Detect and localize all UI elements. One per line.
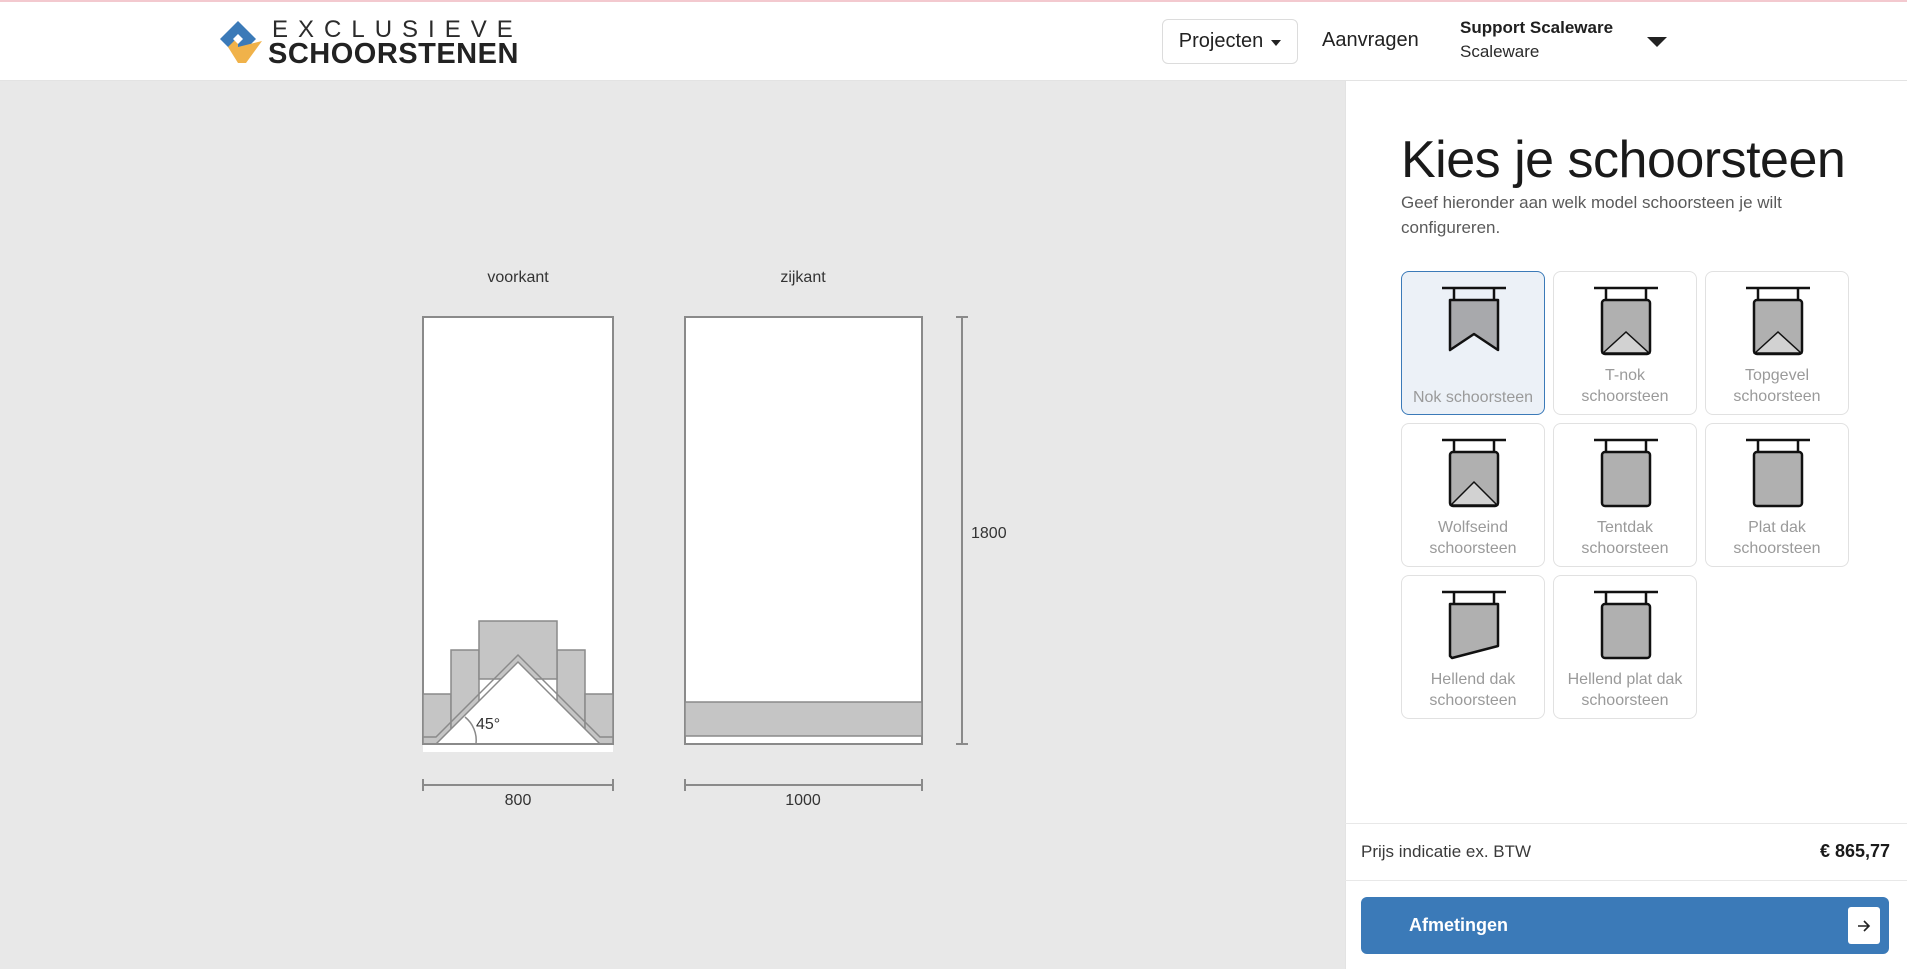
price-label: Prijs indicatie ex. BTW: [1361, 842, 1532, 861]
hellend-plat-dak-chimney-icon: [1594, 590, 1658, 660]
requests-link[interactable]: Aanvragen: [1322, 29, 1419, 52]
wolfseind-chimney-icon: [1442, 438, 1506, 508]
side-width-dimension: 1000: [684, 779, 923, 809]
side-width-label: 1000: [785, 792, 821, 809]
option-hellend-plat-dak-schoorsteen[interactable]: Hellend plat dak schoorsteen: [1553, 575, 1697, 719]
price-divider-top: [1345, 823, 1907, 824]
t-nok-chimney-icon: [1594, 286, 1658, 356]
option-tentdak-schoorsteen[interactable]: Tentdak schoorsteen: [1553, 423, 1697, 567]
chimney-drawing-canvas: voorkant zijkant 45° 1800 800 1000: [0, 81, 1345, 969]
option-label: Hellend dak schoorsteen: [1429, 671, 1517, 709]
option-nok-schoorsteen[interactable]: Nok schoorsteen: [1401, 271, 1545, 415]
option-label: Nok schoorsteen: [1412, 389, 1534, 406]
front-width-label: 800: [505, 792, 532, 809]
option-hellend-dak-schoorsteen[interactable]: Hellend dak schoorsteen: [1401, 575, 1545, 719]
front-view-label: voorkant: [487, 269, 549, 286]
height-dimension: 1800: [956, 316, 1007, 745]
option-plat-dak-schoorsteen[interactable]: Plat dak schoorsteen: [1705, 423, 1849, 567]
top-navbar: EXCLUSIEVE SCHOORSTENEN Projecten Aanvra…: [0, 2, 1907, 81]
side-view: [684, 316, 923, 745]
side-view-label: zijkant: [780, 269, 826, 286]
projects-label: Projecten: [1178, 30, 1264, 52]
option-label: T-nok schoorsteen: [1581, 367, 1669, 405]
option-label: Hellend plat dak schoorsteen: [1567, 671, 1683, 709]
brand-logo[interactable]: EXCLUSIEVE SCHOORSTENEN: [216, 16, 518, 70]
option-topgevel-schoorsteen[interactable]: Topgevel schoorsteen: [1705, 271, 1849, 415]
option-label: Wolfseind schoorsteen: [1429, 519, 1517, 557]
projects-dropdown-button[interactable]: Projecten: [1162, 19, 1298, 64]
front-view: 45°: [422, 316, 614, 752]
height-value-label: 1800: [971, 525, 1007, 542]
next-step-button[interactable]: Afmetingen: [1361, 897, 1889, 954]
user-menu[interactable]: Support Scaleware Scaleware: [1460, 18, 1613, 62]
option-label: Plat dak schoorsteen: [1733, 519, 1821, 557]
option-label: Topgevel schoorsteen: [1733, 367, 1821, 405]
logo-mark-icon: [220, 21, 262, 63]
roof-angle-label: 45°: [476, 716, 500, 733]
hellend-dak-chimney-icon: [1442, 590, 1506, 660]
caret-down-icon: [1271, 39, 1282, 46]
page-title: Kies je schoorsteen: [1401, 131, 1846, 189]
user-menu-caret-icon[interactable]: [1647, 37, 1667, 47]
user-org: Scaleware: [1460, 42, 1540, 61]
price-divider-bottom: [1345, 880, 1907, 881]
logo-text-line2: SCHOORSTENEN: [268, 38, 519, 70]
price-value: € 865,77: [1820, 841, 1891, 861]
next-step-label: Afmetingen: [1409, 915, 1508, 935]
front-width-dimension: 800: [422, 779, 614, 809]
user-name: Support Scaleware: [1460, 18, 1614, 37]
chimney-technical-drawing: voorkant zijkant 45° 1800 800 1000: [422, 269, 1007, 809]
option-t-nok-schoorsteen[interactable]: T-nok schoorsteen: [1553, 271, 1697, 415]
topgevel-chimney-icon: [1746, 286, 1810, 356]
option-wolfseind-schoorsteen[interactable]: Wolfseind schoorsteen: [1401, 423, 1545, 567]
option-label: Tentdak schoorsteen: [1581, 519, 1669, 557]
arrow-right-icon: [1848, 907, 1880, 944]
tentdak-chimney-icon: [1594, 438, 1658, 508]
nok-chimney-icon: [1442, 286, 1506, 352]
plat-dak-chimney-icon: [1746, 438, 1810, 508]
panel-divider: [1345, 81, 1346, 969]
page-subtitle: Geef hieronder aan welk model schoorstee…: [1401, 193, 1782, 237]
